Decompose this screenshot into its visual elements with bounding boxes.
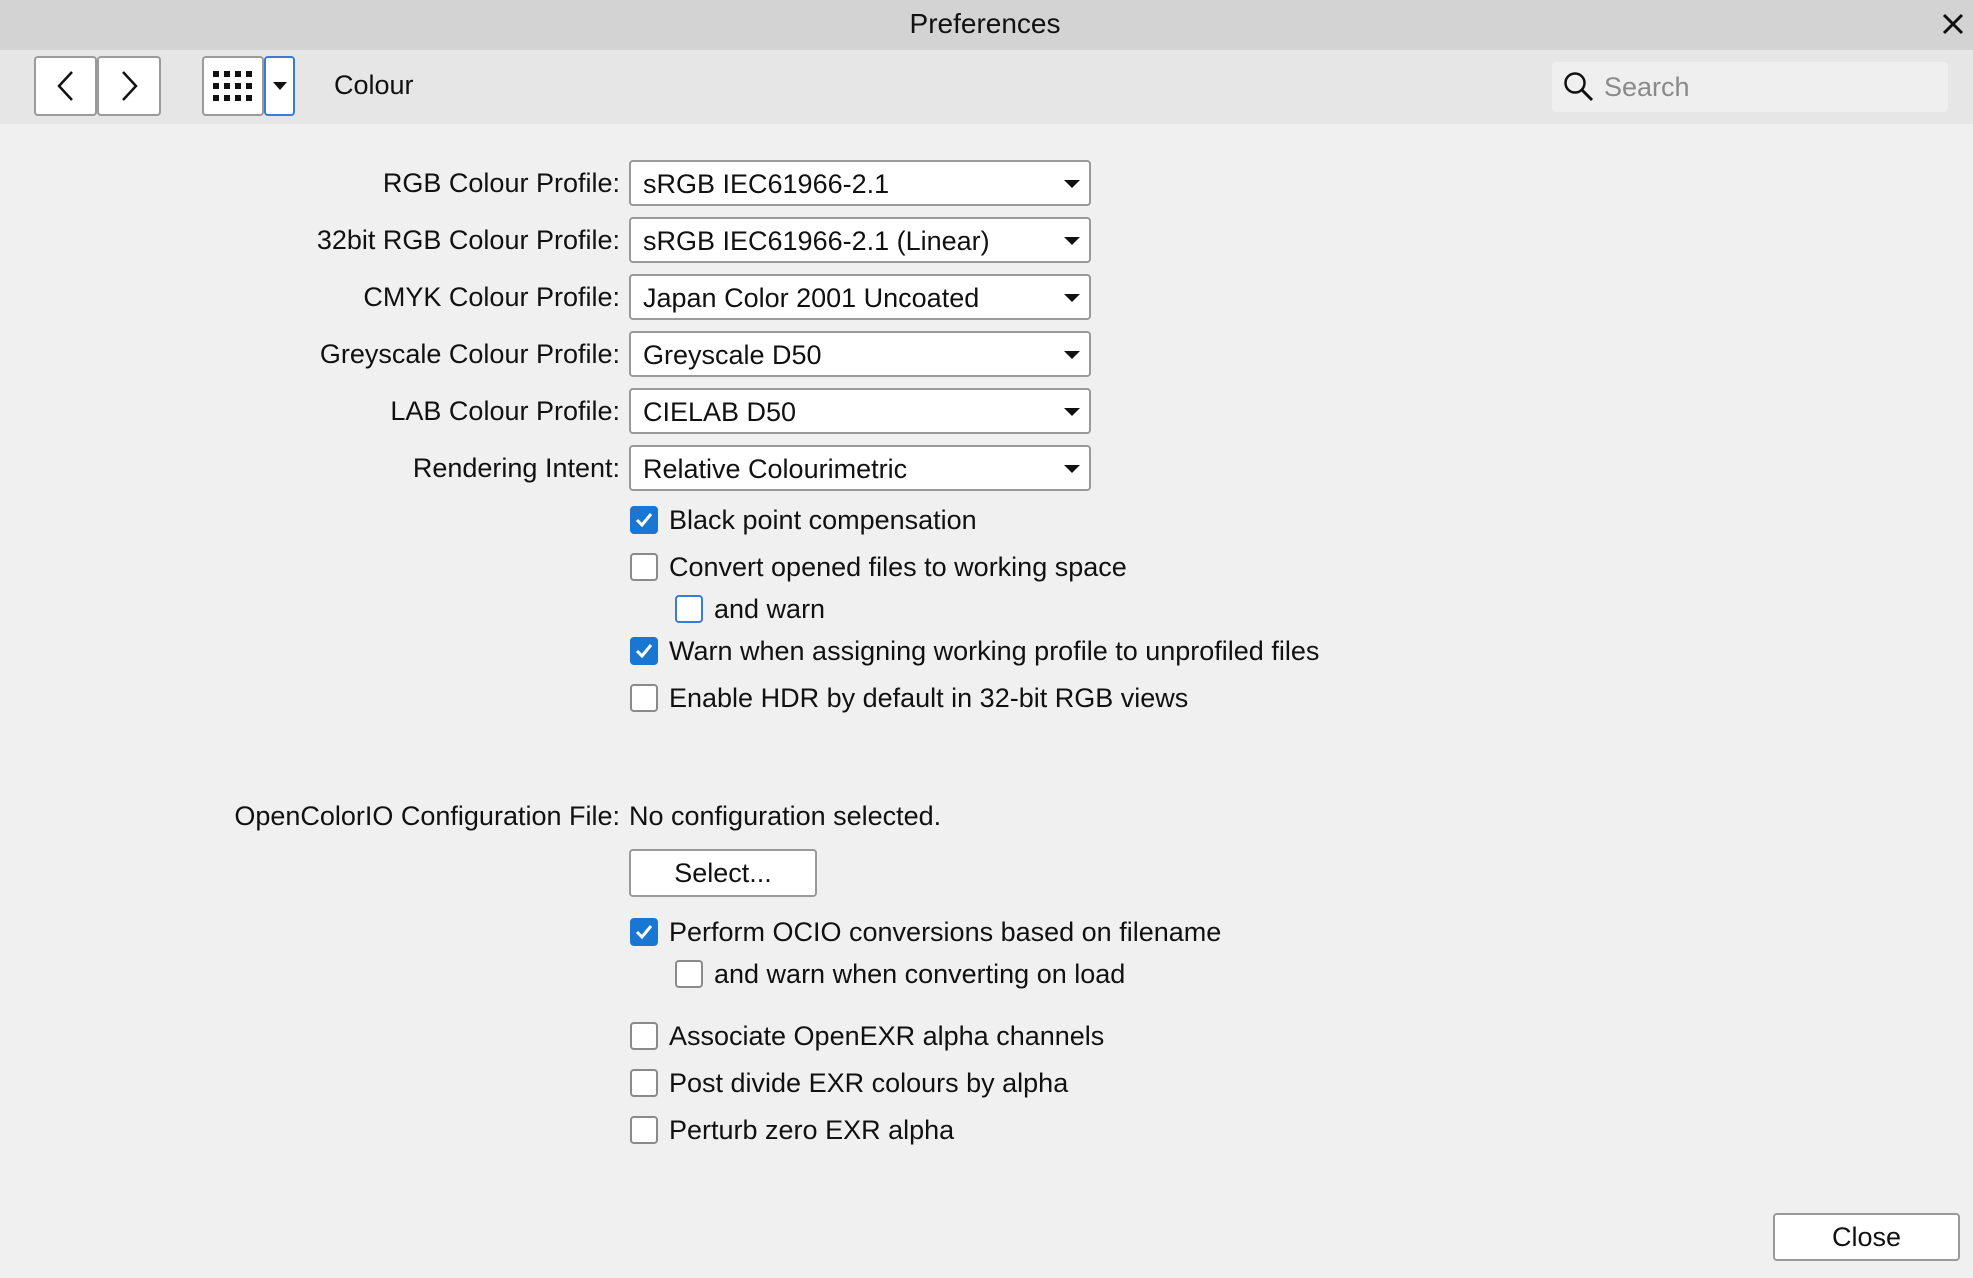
black-point-checkbox[interactable]: [630, 506, 658, 534]
search-icon: [1562, 70, 1596, 109]
and-warn-label: and warn: [714, 594, 826, 624]
cmyk-profile-value: Japan Color 2001 Uncoated: [643, 283, 980, 313]
grid-view-dropdown-button[interactable]: [264, 56, 295, 116]
chevron-down-icon: [1064, 465, 1080, 473]
title-bar: Preferences: [0, 0, 1973, 50]
window-title: Preferences: [909, 8, 1061, 39]
checkmark-icon: [635, 644, 653, 659]
warn-unprofiled-label: Warn when assigning working profile to u…: [669, 636, 1320, 666]
rgb-profile-label: RGB Colour Profile:: [382, 168, 620, 198]
convert-opened-checkbox[interactable]: [630, 553, 658, 581]
black-point-label: Black point compensation: [669, 505, 977, 535]
associate-exr-alpha-label: Associate OpenEXR alpha channels: [669, 1021, 1105, 1051]
perturb-zero-alpha-label: Perturb zero EXR alpha: [669, 1115, 955, 1145]
greyscale-profile-label: Greyscale Colour Profile:: [319, 339, 620, 369]
chevron-down-icon: [1064, 237, 1080, 245]
rendering-intent-value: Relative Colourimetric: [643, 454, 908, 484]
cmyk-profile-label: CMYK Colour Profile:: [363, 282, 620, 312]
grid-view-button[interactable]: [202, 56, 264, 116]
post-divide-exr-label: Post divide EXR colours by alpha: [669, 1068, 1069, 1098]
search-placeholder: Search: [1604, 72, 1690, 102]
ocio-config-value: No configuration selected.: [629, 801, 942, 831]
breadcrumb: Colour: [334, 70, 414, 100]
rendering-intent-label: Rendering Intent:: [412, 453, 620, 483]
associate-exr-alpha-checkbox[interactable]: [630, 1022, 658, 1050]
perturb-zero-alpha-checkbox[interactable]: [630, 1116, 658, 1144]
warn-on-load-label: and warn when converting on load: [714, 959, 1126, 989]
rgb32-profile-select[interactable]: sRGB IEC61966-2.1 (Linear): [629, 217, 1091, 263]
rgb-profile-value: sRGB IEC61966-2.1: [643, 169, 890, 199]
checkmark-icon: [635, 925, 653, 940]
warn-on-load-checkbox[interactable]: [675, 960, 703, 988]
enable-hdr-label: Enable HDR by default in 32-bit RGB view…: [669, 683, 1189, 713]
lab-profile-value: CIELAB D50: [643, 397, 797, 427]
perform-ocio-checkbox[interactable]: [630, 918, 658, 946]
back-button[interactable]: [34, 56, 97, 116]
chevron-down-icon: [272, 82, 287, 90]
enable-hdr-checkbox[interactable]: [630, 684, 658, 712]
greyscale-profile-select[interactable]: Greyscale D50: [629, 331, 1091, 377]
convert-opened-label: Convert opened files to working space: [669, 552, 1127, 582]
chevron-down-icon: [1064, 180, 1080, 188]
chevron-down-icon: [1064, 351, 1080, 359]
search-input[interactable]: Search: [1552, 62, 1948, 112]
rendering-intent-select[interactable]: Relative Colourimetric: [629, 445, 1091, 491]
chevron-down-icon: [1064, 408, 1080, 416]
grid-icon: [213, 71, 252, 101]
perform-ocio-label: Perform OCIO conversions based on filena…: [669, 917, 1222, 947]
post-divide-exr-checkbox[interactable]: [630, 1069, 658, 1097]
checkmark-icon: [635, 513, 653, 528]
lab-profile-label: LAB Colour Profile:: [390, 396, 620, 426]
warn-unprofiled-checkbox[interactable]: [630, 637, 658, 665]
and-warn-checkbox[interactable]: [675, 595, 703, 623]
forward-button[interactable]: [97, 56, 161, 116]
chevron-right-icon: [122, 71, 138, 101]
rgb32-profile-label: 32bit RGB Colour Profile:: [316, 225, 620, 255]
select-config-button[interactable]: Select...: [629, 849, 817, 897]
chevron-left-icon: [56, 71, 73, 101]
lab-profile-select[interactable]: CIELAB D50: [629, 388, 1091, 434]
ocio-config-label: OpenColorIO Configuration File:: [234, 801, 620, 831]
close-button[interactable]: Close: [1773, 1213, 1960, 1261]
cmyk-profile-select[interactable]: Japan Color 2001 Uncoated: [629, 274, 1091, 320]
greyscale-profile-value: Greyscale D50: [643, 340, 822, 370]
close-window-icon[interactable]: [1933, 2, 1973, 46]
rgb-profile-select[interactable]: sRGB IEC61966-2.1: [629, 160, 1091, 206]
rgb32-profile-value: sRGB IEC61966-2.1 (Linear): [643, 226, 990, 256]
chevron-down-icon: [1064, 294, 1080, 302]
